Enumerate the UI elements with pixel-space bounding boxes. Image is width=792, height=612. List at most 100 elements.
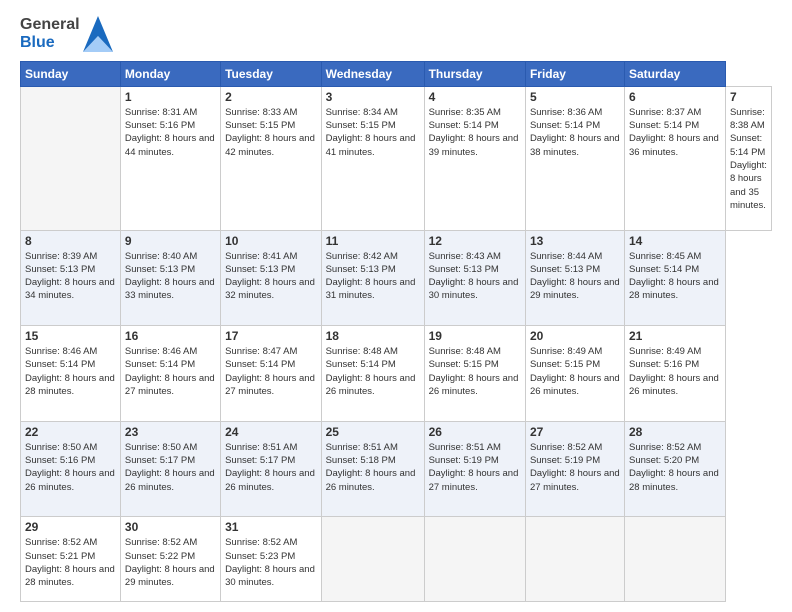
- day-cell: 18 Sunrise: 8:48 AMSunset: 5:14 PMDayligh…: [321, 326, 424, 422]
- day-number: 7: [730, 90, 767, 104]
- day-cell: 2 Sunrise: 8:33 AMSunset: 5:15 PMDaylight…: [221, 86, 322, 230]
- day-info: Sunrise: 8:39 AMSunset: 5:13 PMDaylight:…: [25, 250, 116, 303]
- calendar-week-row: 29 Sunrise: 8:52 AMSunset: 5:21 PMDayligh…: [21, 517, 772, 602]
- day-info: Sunrise: 8:46 AMSunset: 5:14 PMDaylight:…: [125, 345, 216, 398]
- day-info: Sunrise: 8:51 AMSunset: 5:19 PMDaylight:…: [429, 441, 521, 494]
- day-number: 22: [25, 425, 116, 439]
- logo-line2: Blue: [20, 34, 80, 52]
- calendar-week-row: 22 Sunrise: 8:50 AMSunset: 5:16 PMDayligh…: [21, 421, 772, 517]
- day-info: Sunrise: 8:38 AMSunset: 5:14 PMDaylight:…: [730, 106, 767, 212]
- day-info: Sunrise: 8:44 AMSunset: 5:13 PMDaylight:…: [530, 250, 620, 303]
- day-cell: 25 Sunrise: 8:51 AMSunset: 5:18 PMDayligh…: [321, 421, 424, 517]
- calendar-week-row: 8 Sunrise: 8:39 AMSunset: 5:13 PMDaylight…: [21, 230, 772, 326]
- day-number: 26: [429, 425, 521, 439]
- day-info: Sunrise: 8:52 AMSunset: 5:19 PMDaylight:…: [530, 441, 620, 494]
- day-info: Sunrise: 8:46 AMSunset: 5:14 PMDaylight:…: [25, 345, 116, 398]
- day-cell: 23 Sunrise: 8:50 AMSunset: 5:17 PMDayligh…: [120, 421, 220, 517]
- day-cell: [321, 517, 424, 602]
- weekday-header-monday: Monday: [120, 61, 220, 86]
- day-number: 5: [530, 90, 620, 104]
- day-info: Sunrise: 8:34 AMSunset: 5:15 PMDaylight:…: [326, 106, 420, 159]
- day-number: 17: [225, 329, 317, 343]
- weekday-header-saturday: Saturday: [624, 61, 725, 86]
- day-info: Sunrise: 8:52 AMSunset: 5:23 PMDaylight:…: [225, 536, 317, 589]
- day-cell: 9 Sunrise: 8:40 AMSunset: 5:13 PMDaylight…: [120, 230, 220, 326]
- day-number: 16: [125, 329, 216, 343]
- day-cell: 5 Sunrise: 8:36 AMSunset: 5:14 PMDaylight…: [525, 86, 624, 230]
- day-number: 9: [125, 234, 216, 248]
- day-cell: 10 Sunrise: 8:41 AMSunset: 5:13 PMDayligh…: [221, 230, 322, 326]
- day-info: Sunrise: 8:33 AMSunset: 5:15 PMDaylight:…: [225, 106, 317, 159]
- day-cell: 6Sunrise: 8:37 AMSunset: 5:14 PMDaylight…: [624, 86, 725, 230]
- day-number: 18: [326, 329, 420, 343]
- day-info: Sunrise: 8:49 AMSunset: 5:16 PMDaylight:…: [629, 345, 721, 398]
- day-number: 25: [326, 425, 420, 439]
- day-cell: 21 Sunrise: 8:49 AMSunset: 5:16 PMDayligh…: [624, 326, 725, 422]
- day-number: 27: [530, 425, 620, 439]
- day-number: 6: [629, 90, 721, 104]
- day-cell: 16 Sunrise: 8:46 AMSunset: 5:14 PMDayligh…: [120, 326, 220, 422]
- day-info: Sunrise: 8:52 AMSunset: 5:21 PMDaylight:…: [25, 536, 116, 589]
- day-info: Sunrise: 8:50 AMSunset: 5:17 PMDaylight:…: [125, 441, 216, 494]
- day-cell: 13Sunrise: 8:44 AMSunset: 5:13 PMDayligh…: [525, 230, 624, 326]
- day-info: Sunrise: 8:50 AMSunset: 5:16 PMDaylight:…: [25, 441, 116, 494]
- day-info: Sunrise: 8:36 AMSunset: 5:14 PMDaylight:…: [530, 106, 620, 159]
- day-cell: 1 Sunrise: 8:31 AMSunset: 5:16 PMDaylight…: [120, 86, 220, 230]
- weekday-header-tuesday: Tuesday: [221, 61, 322, 86]
- day-number: 8: [25, 234, 116, 248]
- day-cell: 8 Sunrise: 8:39 AMSunset: 5:13 PMDaylight…: [21, 230, 121, 326]
- day-cell: 11 Sunrise: 8:42 AMSunset: 5:13 PMDayligh…: [321, 230, 424, 326]
- day-cell: 19Sunrise: 8:48 AMSunset: 5:15 PMDayligh…: [424, 326, 525, 422]
- day-number: 1: [125, 90, 216, 104]
- logo: General Blue: [20, 16, 113, 53]
- weekday-header-friday: Friday: [525, 61, 624, 86]
- day-number: 29: [25, 520, 116, 534]
- day-number: 12: [429, 234, 521, 248]
- day-number: 23: [125, 425, 216, 439]
- day-cell: 24Sunrise: 8:51 AMSunset: 5:17 PMDayligh…: [221, 421, 322, 517]
- day-cell: 27 Sunrise: 8:52 AMSunset: 5:19 PMDayligh…: [525, 421, 624, 517]
- calendar-week-row: 15Sunrise: 8:46 AMSunset: 5:14 PMDayligh…: [21, 326, 772, 422]
- weekday-header-wednesday: Wednesday: [321, 61, 424, 86]
- logo-line1: General: [20, 16, 80, 34]
- weekday-header-sunday: Sunday: [21, 61, 121, 86]
- day-number: 28: [629, 425, 721, 439]
- day-info: Sunrise: 8:51 AMSunset: 5:17 PMDaylight:…: [225, 441, 317, 494]
- day-cell: [624, 517, 725, 602]
- day-number: 31: [225, 520, 317, 534]
- day-number: 30: [125, 520, 216, 534]
- day-number: 2: [225, 90, 317, 104]
- day-number: 21: [629, 329, 721, 343]
- day-number: 4: [429, 90, 521, 104]
- day-info: Sunrise: 8:42 AMSunset: 5:13 PMDaylight:…: [326, 250, 420, 303]
- day-info: Sunrise: 8:51 AMSunset: 5:18 PMDaylight:…: [326, 441, 420, 494]
- day-cell: 7 Sunrise: 8:38 AMSunset: 5:14 PMDaylight…: [725, 86, 771, 230]
- day-number: 14: [629, 234, 721, 248]
- weekday-header-row: SundayMondayTuesdayWednesdayThursdayFrid…: [21, 61, 772, 86]
- logo-icon: [83, 16, 113, 52]
- day-info: Sunrise: 8:40 AMSunset: 5:13 PMDaylight:…: [125, 250, 216, 303]
- day-number: 20: [530, 329, 620, 343]
- day-cell: 3Sunrise: 8:34 AMSunset: 5:15 PMDaylight…: [321, 86, 424, 230]
- day-info: Sunrise: 8:49 AMSunset: 5:15 PMDaylight:…: [530, 345, 620, 398]
- day-info: Sunrise: 8:47 AMSunset: 5:14 PMDaylight:…: [225, 345, 317, 398]
- day-info: Sunrise: 8:31 AMSunset: 5:16 PMDaylight:…: [125, 106, 216, 159]
- day-info: Sunrise: 8:41 AMSunset: 5:13 PMDaylight:…: [225, 250, 317, 303]
- calendar-week-row: 1 Sunrise: 8:31 AMSunset: 5:16 PMDaylight…: [21, 86, 772, 230]
- day-cell: 31 Sunrise: 8:52 AMSunset: 5:23 PMDayligh…: [221, 517, 322, 602]
- day-info: Sunrise: 8:48 AMSunset: 5:14 PMDaylight:…: [326, 345, 420, 398]
- day-cell: 17 Sunrise: 8:47 AMSunset: 5:14 PMDayligh…: [221, 326, 322, 422]
- day-cell: 4 Sunrise: 8:35 AMSunset: 5:14 PMDaylight…: [424, 86, 525, 230]
- day-info: Sunrise: 8:35 AMSunset: 5:14 PMDaylight:…: [429, 106, 521, 159]
- day-number: 11: [326, 234, 420, 248]
- day-cell: [525, 517, 624, 602]
- day-number: 10: [225, 234, 317, 248]
- calendar-table: SundayMondayTuesdayWednesdayThursdayFrid…: [20, 61, 772, 602]
- empty-day-cell: [21, 86, 121, 230]
- day-cell: 14Sunrise: 8:45 AMSunset: 5:14 PMDayligh…: [624, 230, 725, 326]
- day-cell: [424, 517, 525, 602]
- weekday-header-thursday: Thursday: [424, 61, 525, 86]
- day-cell: 26 Sunrise: 8:51 AMSunset: 5:19 PMDayligh…: [424, 421, 525, 517]
- day-cell: 22 Sunrise: 8:50 AMSunset: 5:16 PMDayligh…: [21, 421, 121, 517]
- day-cell: 28Sunrise: 8:52 AMSunset: 5:20 PMDayligh…: [624, 421, 725, 517]
